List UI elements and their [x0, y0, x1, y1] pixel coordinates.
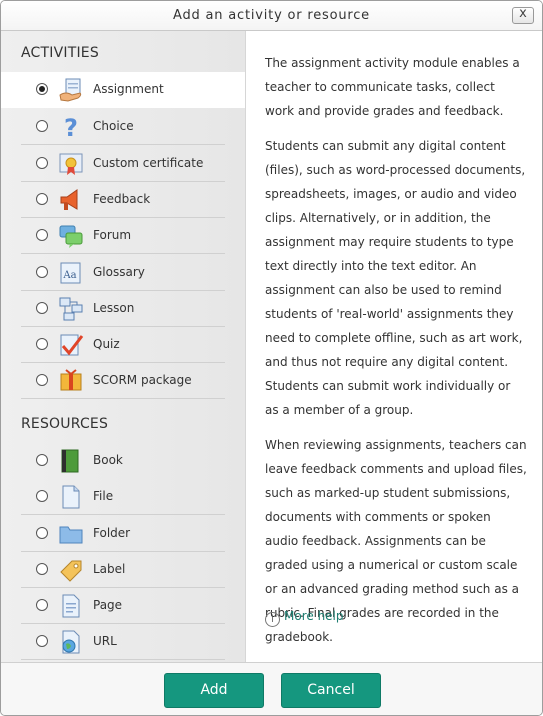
scorm-icon: [58, 368, 84, 394]
svg-text:?: ?: [64, 114, 78, 140]
option-label: Quiz: [93, 337, 120, 351]
radio-folder[interactable]: [36, 527, 48, 539]
option-label: Glossary: [93, 265, 145, 279]
add-activity-dialog: Add an activity or resource x ACTIVITIES…: [0, 0, 543, 716]
radio-choice[interactable]: [36, 120, 48, 132]
radio-quiz[interactable]: [36, 338, 48, 350]
option-label: Assignment: [93, 82, 164, 96]
close-icon: x: [519, 6, 527, 21]
option-url[interactable]: URL: [1, 624, 245, 660]
option-folder[interactable]: Folder: [1, 516, 245, 552]
resources-heading: RESOURCES: [21, 416, 109, 432]
option-quiz[interactable]: Quiz: [1, 327, 245, 363]
description-paragraph: Students can submit any digital content …: [265, 139, 526, 417]
radio-file[interactable]: [36, 490, 48, 502]
option-assignment[interactable]: Assignment: [1, 72, 245, 108]
lesson-icon: [58, 296, 84, 322]
option-label: Page: [93, 598, 123, 612]
certificate-icon: [58, 151, 84, 177]
close-button[interactable]: x: [512, 6, 534, 24]
module-description-pane: The assignment activity module enables a…: [246, 31, 542, 662]
option-label: Forum: [93, 228, 132, 242]
radio-lesson[interactable]: [36, 302, 48, 314]
option-label: Label: [93, 562, 126, 576]
option-choice[interactable]: ? Choice: [1, 109, 245, 145]
radio-assignment[interactable]: [36, 83, 48, 95]
option-label: URL: [93, 634, 117, 648]
url-icon: [58, 629, 84, 655]
option-label: SCORM package: [93, 373, 192, 387]
dialog-footer: Add Cancel: [1, 662, 542, 715]
activities-heading: ACTIVITIES: [21, 45, 99, 61]
radio-custom-certificate[interactable]: [36, 157, 48, 169]
radio-page[interactable]: [36, 599, 48, 611]
option-label: Custom certificate: [93, 156, 204, 170]
option-page[interactable]: Page: [1, 588, 245, 624]
divider: [21, 514, 225, 515]
feedback-icon: [58, 187, 84, 213]
folder-icon: [58, 521, 84, 547]
add-button[interactable]: Add: [164, 673, 264, 708]
description-paragraph: The assignment activity module enables a…: [265, 56, 520, 118]
radio-url[interactable]: [36, 635, 48, 647]
forum-icon: [58, 223, 84, 249]
info-icon: i: [265, 612, 280, 627]
option-label: Choice: [93, 119, 134, 133]
divider: [21, 144, 225, 145]
option-forum[interactable]: Forum: [1, 218, 245, 254]
radio-scorm-package[interactable]: [36, 374, 48, 386]
quiz-icon: [58, 332, 84, 358]
glossary-icon: Aa: [58, 260, 84, 286]
option-label: File: [93, 489, 114, 503]
radio-glossary[interactable]: [36, 266, 48, 278]
divider: [21, 253, 225, 254]
module-chooser-list: ACTIVITIES Assignment ? Choice Custom ce…: [1, 31, 246, 662]
label-icon: [58, 557, 84, 583]
option-label: Book: [93, 453, 123, 467]
option-scorm-package[interactable]: SCORM package: [1, 363, 245, 399]
page-icon: [58, 593, 84, 619]
cancel-button[interactable]: Cancel: [281, 673, 381, 708]
option-label: Folder: [93, 526, 131, 540]
option-lesson[interactable]: Lesson: [1, 291, 245, 327]
divider: [21, 659, 225, 660]
choice-icon: ?: [58, 114, 84, 142]
radio-forum[interactable]: [36, 229, 48, 241]
more-help-link[interactable]: i More help: [265, 609, 344, 627]
file-icon: [58, 484, 84, 510]
option-book[interactable]: Book: [1, 443, 245, 479]
dialog-titlebar: Add an activity or resource x: [1, 1, 542, 31]
divider: [21, 398, 225, 399]
option-label-resource[interactable]: Label: [1, 552, 245, 588]
dialog-body: ACTIVITIES Assignment ? Choice Custom ce…: [1, 31, 542, 662]
radio-book[interactable]: [36, 454, 48, 466]
book-icon: [58, 448, 84, 474]
option-glossary[interactable]: Aa Glossary: [1, 255, 245, 291]
option-label: Lesson: [93, 301, 135, 315]
more-help-label: More help: [284, 609, 344, 623]
option-feedback[interactable]: Feedback: [1, 182, 245, 218]
option-label: Feedback: [93, 192, 151, 206]
option-file[interactable]: File: [1, 479, 245, 515]
dialog-title: Add an activity or resource: [173, 8, 370, 23]
option-custom-certificate[interactable]: Custom certificate: [1, 146, 245, 182]
svg-text:Aa: Aa: [62, 270, 76, 281]
radio-feedback[interactable]: [36, 193, 48, 205]
assignment-icon: [58, 77, 84, 103]
radio-label[interactable]: [36, 563, 48, 575]
module-description: The assignment activity module enables a…: [265, 51, 527, 660]
